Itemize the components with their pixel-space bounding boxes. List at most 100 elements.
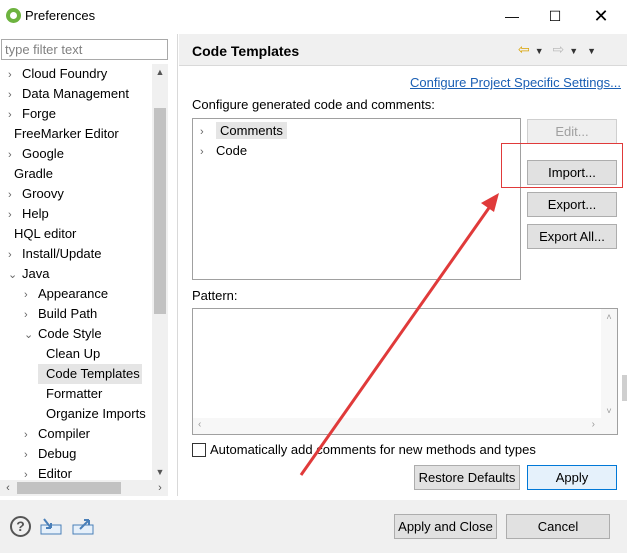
tree-item[interactable]: Formatter xyxy=(40,384,102,404)
expand-arrow-icon[interactable]: › xyxy=(24,285,38,305)
tree-item[interactable]: › Forge xyxy=(8,104,56,124)
tree-item[interactable]: › Help xyxy=(8,204,49,224)
expand-arrow-icon[interactable]: › xyxy=(24,445,38,465)
expand-arrow-icon[interactable]: › xyxy=(8,65,22,85)
expand-arrow-icon[interactable]: › xyxy=(24,425,38,445)
tree-item[interactable]: › Groovy xyxy=(8,184,64,204)
tree-item[interactable]: › Cloud Foundry xyxy=(8,64,107,84)
view-menu-icon[interactable]: ▼ xyxy=(587,46,596,56)
panel-divider[interactable] xyxy=(177,34,178,496)
tree-item-label: Editor xyxy=(38,466,72,480)
tree-item-label: Install/Update xyxy=(22,246,102,261)
tree-item[interactable]: FreeMarker Editor xyxy=(8,124,119,144)
tree-item-label: Gradle xyxy=(14,166,54,181)
close-button[interactable]: ✕ xyxy=(587,4,615,28)
expand-arrow-icon[interactable]: › xyxy=(8,245,22,265)
tree-item[interactable]: ⌄ Java xyxy=(8,264,49,284)
tree-item-label: Debug xyxy=(38,446,77,461)
tree-item[interactable]: HQL editor xyxy=(8,224,76,244)
window-title: Preferences xyxy=(25,8,96,23)
tree-item-label: Code Templates xyxy=(46,366,140,381)
expand-arrow-icon[interactable]: › xyxy=(24,305,38,325)
tree-item-label: Forge xyxy=(22,106,56,121)
tree-item-label: Google xyxy=(22,146,64,161)
template-item-comments[interactable]: › Comments xyxy=(200,121,287,141)
minimize-button[interactable]: — xyxy=(498,4,526,28)
apply-and-close-button[interactable]: Apply and Close xyxy=(394,514,497,539)
apply-button[interactable]: Apply xyxy=(527,465,617,490)
expand-arrow-icon[interactable]: ⌄ xyxy=(24,325,38,345)
tree-item-label: Clean Up xyxy=(46,346,101,361)
scroll-down-arrow-icon[interactable]: ▼ xyxy=(152,464,168,480)
help-icon[interactable]: ? xyxy=(10,516,31,537)
back-arrow-icon[interactable]: ⇦ xyxy=(518,41,530,57)
expand-arrow-icon[interactable]: › xyxy=(8,105,22,125)
templates-tree: › Comments › Code xyxy=(192,118,521,280)
expand-arrow-icon[interactable]: › xyxy=(8,145,22,165)
tree-item[interactable]: › Appearance xyxy=(24,284,108,304)
scroll-up-arrow-icon[interactable]: ˄ xyxy=(601,312,617,322)
tree-item-label: Code Style xyxy=(38,326,102,341)
pattern-horizontal-scrollbar[interactable]: ‹ › xyxy=(193,418,617,434)
template-item-label: Comments xyxy=(216,122,287,139)
export-preferences-icon[interactable] xyxy=(72,517,94,535)
tree-item[interactable]: › Google xyxy=(8,144,64,164)
expand-arrow-icon[interactable]: › xyxy=(200,122,216,142)
scroll-down-arrow-icon[interactable]: ˅ xyxy=(601,406,617,416)
scroll-thumb[interactable] xyxy=(154,108,166,314)
tree-item[interactable]: › Debug xyxy=(24,444,76,464)
forward-arrow-icon[interactable]: ⇨ xyxy=(553,41,565,57)
configure-project-settings-link[interactable]: Configure Project Specific Settings... xyxy=(410,75,621,90)
scroll-thumb-horizontal[interactable] xyxy=(17,482,121,494)
tree-item[interactable]: › Install/Update xyxy=(8,244,102,264)
edit-button[interactable]: Edit... xyxy=(527,119,617,144)
tree-item-label: FreeMarker Editor xyxy=(14,126,119,141)
scroll-left-arrow-icon[interactable]: ‹ xyxy=(198,419,201,430)
tree-item-label: Java xyxy=(22,266,50,281)
scroll-right-arrow-icon[interactable]: › xyxy=(592,419,595,430)
tree-item[interactable]: Organize Imports xyxy=(40,404,146,424)
tree-item[interactable]: Clean Up xyxy=(40,344,100,364)
history-navigation: ⇦ ▼ ⇨ ▼ ▼ xyxy=(518,41,601,58)
expand-arrow-icon[interactable]: › xyxy=(8,85,22,105)
export-all-button[interactable]: Export All... xyxy=(527,224,617,249)
template-item-code[interactable]: › Code xyxy=(200,141,247,161)
expand-arrow-icon[interactable]: › xyxy=(200,142,216,162)
tree-item[interactable]: › Build Path xyxy=(24,304,97,324)
back-dropdown-icon[interactable]: ▼ xyxy=(535,46,544,56)
expand-arrow-icon[interactable]: › xyxy=(8,205,22,225)
cancel-button[interactable]: Cancel xyxy=(506,514,610,539)
auto-comments-label: Automatically add comments for new metho… xyxy=(210,442,536,457)
tree-item[interactable]: Code Templates xyxy=(38,364,142,384)
expand-arrow-icon[interactable]: › xyxy=(24,465,38,480)
tree-item-label: Formatter xyxy=(46,386,103,401)
tree-horizontal-scrollbar[interactable]: ‹ › xyxy=(0,480,168,496)
maximize-button[interactable]: ☐ xyxy=(541,4,569,28)
tree-item[interactable]: Gradle xyxy=(8,164,53,184)
forward-dropdown-icon[interactable]: ▼ xyxy=(569,46,578,56)
expand-arrow-icon[interactable]: ⌄ xyxy=(8,265,22,285)
export-button[interactable]: Export... xyxy=(527,192,617,217)
tree-vertical-scrollbar[interactable]: ▲ ▼ xyxy=(152,64,168,480)
annotation-highlight-box xyxy=(501,143,623,188)
pattern-textarea[interactable]: ˄ ˅ ‹ › xyxy=(192,308,618,435)
tree-item-label: Groovy xyxy=(22,186,64,201)
tree-item[interactable]: › Compiler xyxy=(24,424,90,444)
expand-arrow-icon[interactable]: › xyxy=(8,185,22,205)
preferences-tree: › Cloud Foundry › Data Management › Forge Free… xyxy=(0,64,152,480)
auto-comments-checkbox[interactable] xyxy=(192,443,206,457)
template-item-label: Code xyxy=(216,143,248,158)
tree-item[interactable]: › Data Management xyxy=(8,84,129,104)
scroll-up-arrow-icon[interactable]: ▲ xyxy=(152,64,168,80)
page-title: Code Templates xyxy=(192,43,300,59)
filter-input[interactable] xyxy=(1,39,168,60)
tree-item-label: Cloud Foundry xyxy=(22,66,108,81)
tree-item[interactable]: ⌄ Code Style xyxy=(24,324,102,344)
tree-item[interactable]: › Editor xyxy=(24,464,72,480)
scroll-left-arrow-icon[interactable]: ‹ xyxy=(0,480,16,496)
pattern-vertical-scrollbar[interactable]: ˄ ˅ xyxy=(601,309,617,418)
restore-defaults-button[interactable]: Restore Defaults xyxy=(414,465,520,490)
scroll-right-arrow-icon[interactable]: › xyxy=(152,480,168,496)
import-preferences-icon[interactable] xyxy=(40,517,62,535)
pattern-label: Pattern: xyxy=(192,288,238,303)
